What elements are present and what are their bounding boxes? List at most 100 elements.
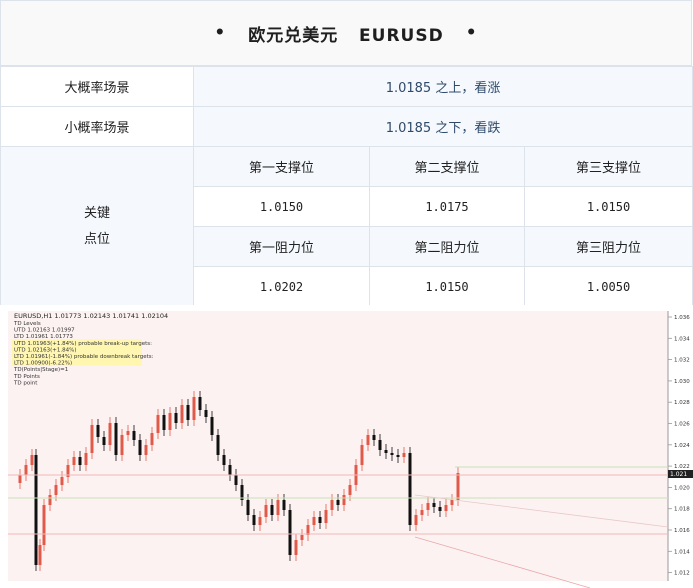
price-tick-label: 1.026 [674, 422, 690, 428]
candle-body [378, 440, 382, 450]
candle-body [108, 423, 112, 445]
price-chart: EURUSD,H1 1.01773 1.02143 1.01741 1.0210… [0, 305, 693, 588]
scenario-row-major: 大概率场景 1.0185 之上，看涨 [0, 66, 693, 107]
candle-body [336, 500, 340, 505]
candle-body [270, 505, 274, 515]
candle-body [222, 455, 226, 465]
candle-body [126, 431, 130, 435]
candle-body [264, 505, 268, 517]
candle-body [48, 495, 52, 505]
support-value: 1.0175 [369, 186, 525, 227]
scenario-label: 小概率场景 [0, 106, 194, 147]
scenario-label: 大概率场景 [0, 66, 194, 107]
price-tick-label: 1.012 [674, 571, 690, 577]
candle-body [252, 515, 256, 525]
price-tick-label: 1.032 [674, 358, 690, 364]
candle-body [168, 413, 172, 430]
resistance-header: 第二阻力位 [369, 226, 525, 267]
candle-body [156, 415, 160, 433]
chart-annotation-text: TD Points [13, 374, 40, 380]
chart-annotation-text: TD Levels [13, 321, 41, 327]
chart-annotation-text: UTD 1.02163 1.01997 [14, 328, 75, 334]
current-price-label: 1.021 [670, 471, 687, 478]
candle-body [426, 503, 430, 510]
candle-body [348, 485, 352, 495]
key-levels-label-line1: 关键 [83, 205, 110, 221]
key-levels-label: 关键 点位 [0, 146, 194, 307]
candle-body [276, 500, 280, 515]
candle-body [120, 435, 124, 455]
analysis-table: 大概率场景 1.0185 之上，看涨 小概率场景 1.0185 之下，看跌 关键… [0, 66, 693, 307]
candle-body [30, 455, 34, 465]
candle-body [210, 417, 214, 435]
candle-body [402, 453, 406, 457]
candle-body [24, 465, 28, 475]
candle-body [372, 435, 376, 440]
chart-annotation-text: UTD 1.01963(+1.84%) probable break-up ta… [14, 341, 152, 347]
candle-body [408, 453, 412, 525]
candle-body [396, 455, 400, 457]
candle-body [384, 450, 388, 453]
resistance-header: 第一阻力位 [193, 226, 370, 267]
support-header: 第一支撑位 [193, 146, 370, 187]
candle-body [390, 453, 394, 455]
candle-body [38, 545, 42, 565]
candle-body [72, 457, 76, 465]
key-levels-label-line2: 点位 [83, 231, 110, 247]
candle-body [318, 517, 322, 523]
candle-body [312, 517, 316, 525]
price-tick-label: 1.030 [674, 379, 690, 385]
candle-body [300, 535, 304, 540]
candle-body [246, 500, 250, 515]
support-value: 1.0150 [193, 186, 370, 227]
candle-body [96, 425, 100, 437]
price-tick-label: 1.020 [674, 485, 690, 491]
candle-body [330, 500, 334, 510]
scenario-value: 1.0185 之上，看涨 [192, 66, 693, 107]
candle-body [174, 413, 178, 423]
candle-body [288, 510, 292, 555]
title-bullet-right: • [465, 23, 478, 43]
candle-body [438, 507, 442, 511]
resistance-value: 1.0150 [369, 266, 525, 307]
candle-body [234, 475, 238, 485]
candle-body [180, 405, 184, 423]
candle-body [192, 397, 196, 420]
candle-body [342, 495, 346, 505]
candle-body [186, 405, 190, 420]
resistance-value: 1.0050 [523, 266, 693, 307]
resistance-value: 1.0202 [193, 266, 370, 307]
price-tick-label: 1.036 [674, 315, 690, 321]
candle-body [366, 435, 370, 445]
candle-body [114, 423, 118, 455]
candle-body [294, 540, 298, 555]
candle-body [282, 500, 286, 510]
support-header: 第二支撑位 [369, 146, 525, 187]
price-tick-label: 1.028 [674, 400, 690, 406]
candle-body [228, 465, 232, 475]
candle-body [444, 505, 448, 511]
page: • 欧元兑美元 EURUSD • 大概率场景 1.0185 之上，看涨 小概率场… [0, 0, 693, 588]
candle-body [84, 453, 88, 465]
candle-body [132, 431, 136, 440]
price-tick-label: 1.022 [674, 464, 690, 470]
candle-body [162, 415, 166, 430]
candle-body [432, 503, 436, 507]
candle-body [414, 515, 418, 525]
price-tick-label: 1.016 [674, 528, 690, 534]
resistance-header: 第三阻力位 [523, 226, 693, 267]
candle-body [258, 517, 262, 525]
candle-body [198, 397, 202, 410]
chart-annotation-text: TD(Points|Stage)=1 [13, 367, 68, 373]
chart-annotation-text: TD point [13, 380, 38, 386]
page-title: • 欧元兑美元 EURUSD • [0, 0, 692, 66]
candle-body [34, 455, 38, 565]
candle-body [420, 510, 424, 515]
candle-body [150, 433, 154, 445]
candle-body [144, 445, 148, 455]
support-header: 第三支撑位 [523, 146, 693, 187]
price-tick-label: 1.024 [674, 443, 690, 449]
candle-body [204, 410, 208, 417]
candle-body [450, 500, 454, 505]
price-tick-label: 1.034 [674, 336, 690, 342]
